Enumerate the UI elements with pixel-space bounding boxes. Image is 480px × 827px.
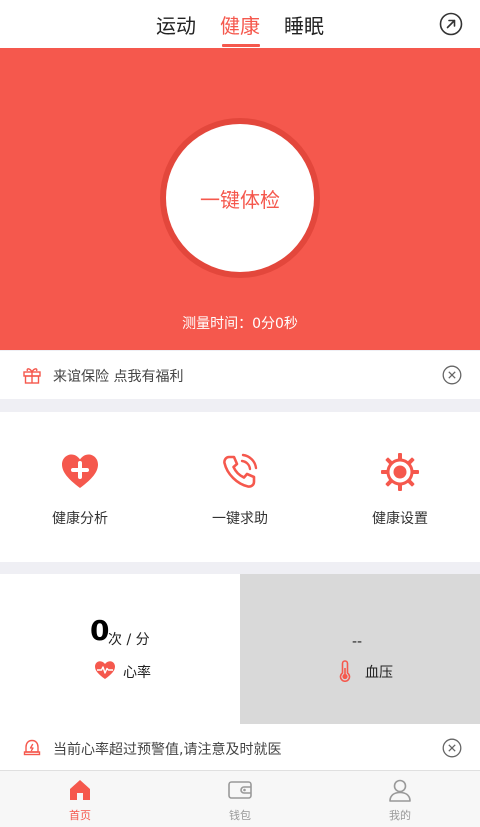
nav-profile[interactable]: 我的 xyxy=(360,777,440,823)
tab-exercise[interactable]: 运动 xyxy=(156,10,196,39)
heart-rate-unit: 次 / 分 xyxy=(108,632,150,648)
feature-label: 健康设置 xyxy=(372,511,428,527)
insurance-banner-text: 来谊保险 点我有福利 xyxy=(53,369,184,385)
phone-call-icon xyxy=(223,453,258,488)
nav-wallet[interactable]: 钱包 xyxy=(200,777,280,823)
heart-rate-icon xyxy=(95,661,115,679)
blood-pressure-label: 血压 xyxy=(365,665,393,681)
feature-label: 一键求助 xyxy=(212,511,268,527)
alarm-bell-icon xyxy=(23,739,41,756)
close-icon[interactable] xyxy=(442,365,462,385)
nav-home-label: 首页 xyxy=(69,809,91,822)
metrics-panel: 0 次 / 分 心率 -- 血压 xyxy=(0,574,480,724)
nav-profile-label: 我的 xyxy=(389,809,411,822)
heart-rate-label: 心率 xyxy=(123,665,151,681)
share-arrow-icon[interactable] xyxy=(439,12,463,36)
blood-pressure-card[interactable]: -- 血压 xyxy=(240,574,480,724)
alert-banner-text: 当前心率超过预警值,请注意及时就医 xyxy=(53,742,282,758)
measure-time-text: 测量时间：0分0秒 xyxy=(182,316,298,332)
tab-health[interactable]: 健康 xyxy=(220,10,260,39)
gear-icon xyxy=(381,453,419,491)
bottom-nav: 首页 钱包 我的 xyxy=(0,770,480,827)
feature-grid: 健康分析 一键求助 健康设置 xyxy=(0,412,480,562)
feature-label: 健康分析 xyxy=(52,511,108,527)
close-icon[interactable] xyxy=(442,738,462,758)
heart-rate-card[interactable]: 0 次 / 分 心率 xyxy=(0,574,240,724)
home-icon xyxy=(70,780,90,800)
wallet-icon xyxy=(228,781,252,799)
nav-wallet-label: 钱包 xyxy=(229,809,251,822)
health-settings-button[interactable]: 健康设置 xyxy=(320,452,480,542)
user-icon xyxy=(389,779,411,802)
one-click-check-button[interactable]: 一键体检 xyxy=(166,124,314,272)
tab-sleep[interactable]: 睡眠 xyxy=(284,10,324,39)
heart-rate-alert-banner[interactable]: 当前心率超过预警值,请注意及时就医 xyxy=(0,724,480,772)
top-tab-bar: 运动 健康 睡眠 xyxy=(0,0,480,48)
blood-pressure-value: -- xyxy=(352,634,363,650)
active-tab-indicator xyxy=(222,44,260,47)
thermometer-icon xyxy=(339,660,351,682)
nav-home[interactable]: 首页 xyxy=(40,777,120,823)
gift-icon xyxy=(23,368,41,384)
heart-rate-value: 0 xyxy=(90,614,110,647)
health-analysis-button[interactable]: 健康分析 xyxy=(0,452,160,542)
emergency-help-button[interactable]: 一键求助 xyxy=(160,452,320,542)
insurance-banner[interactable]: 来谊保险 点我有福利 xyxy=(0,351,480,399)
health-check-hero: 一键体检 测量时间：0分0秒 xyxy=(0,48,480,350)
heart-plus-icon xyxy=(62,454,98,488)
